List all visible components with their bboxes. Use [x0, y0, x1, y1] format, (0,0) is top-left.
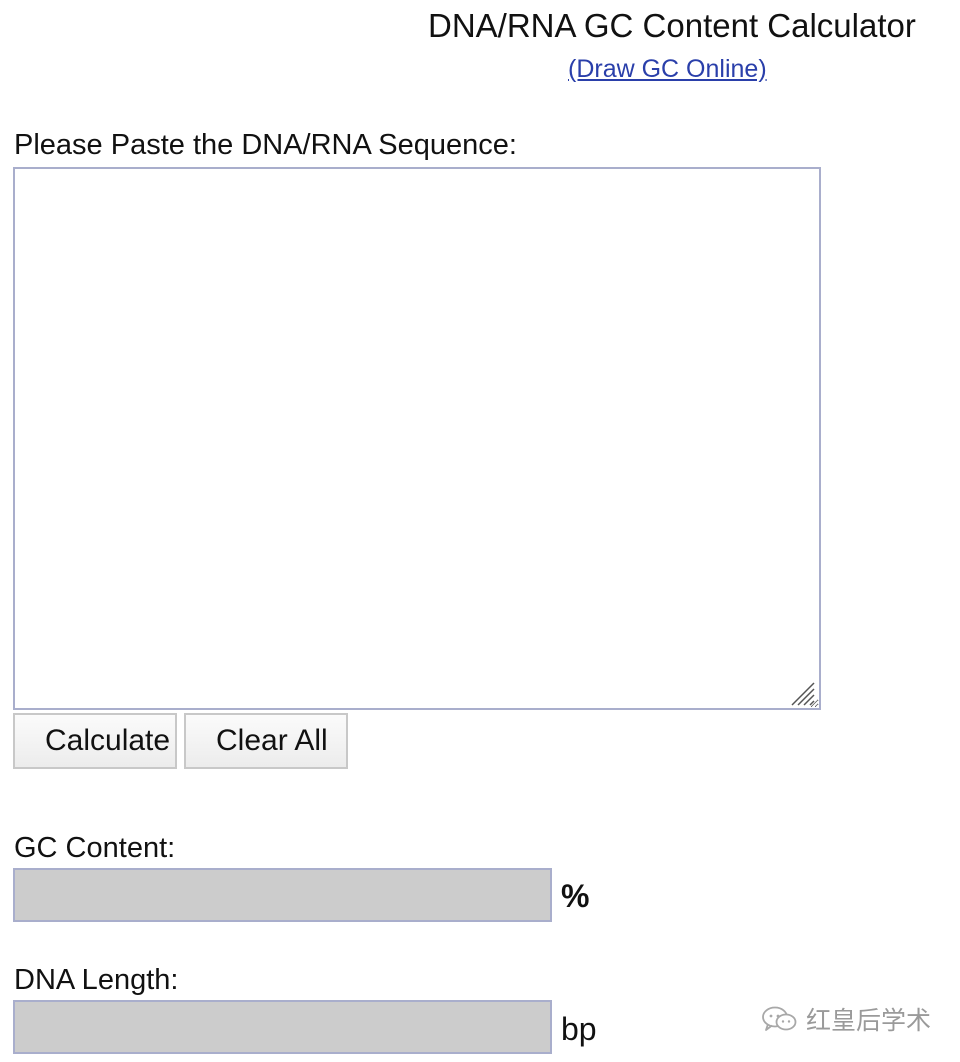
dna-length-field[interactable] [13, 1000, 552, 1054]
dna-length-unit: bp [561, 1011, 597, 1047]
watermark: 红皇后学术 [760, 1001, 931, 1037]
wechat-icon [762, 1006, 797, 1031]
sequence-label: Please Paste the DNA/RNA Sequence: [14, 129, 517, 161]
page-title: DNA/RNA GC Content Calculator [428, 7, 916, 44]
sequence-textarea[interactable] [13, 167, 821, 710]
draw-gc-online-link[interactable]: (Draw GC Online) [568, 53, 767, 85]
clear-all-button[interactable]: Clear All [184, 713, 348, 769]
gc-content-unit: % [561, 878, 590, 914]
watermark-text: 红皇后学术 [806, 1007, 932, 1035]
dna-length-label: DNA Length: [14, 964, 179, 996]
gc-content-field[interactable] [13, 868, 552, 922]
calculate-button[interactable]: Calculate [13, 713, 177, 769]
gc-content-label: GC Content: [14, 832, 176, 864]
